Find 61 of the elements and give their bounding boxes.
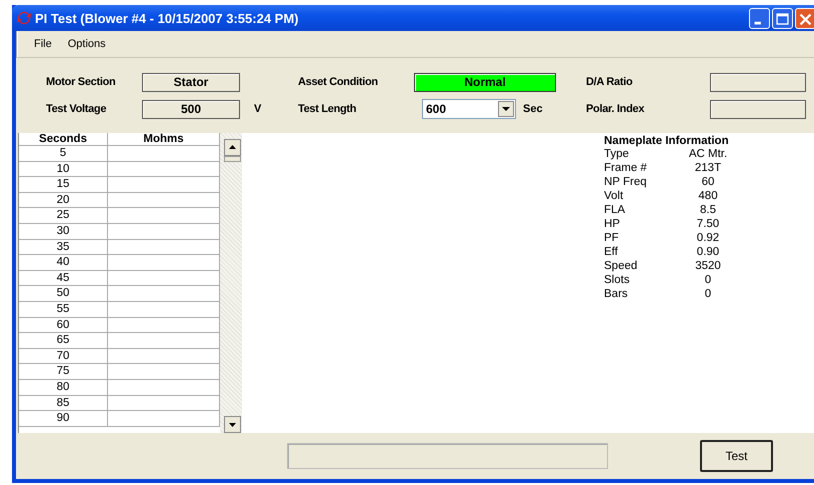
nameplate-value: 0: [704, 273, 712, 287]
dropdown[interactable]: 600: [422, 99, 516, 119]
table-cell: 65: [19, 333, 108, 348]
nameplate-value: 480: [697, 189, 719, 203]
table-cell: 20: [19, 192, 108, 208]
table-cell: 85: [19, 396, 108, 410]
scroll-thumb[interactable]: [224, 156, 240, 162]
field-label: Test Length: [298, 103, 358, 115]
nameplate-label: FLA: [604, 203, 626, 217]
table-cell: 70: [19, 348, 108, 364]
nameplate-label: HP: [604, 217, 621, 231]
table-cell: 35: [19, 240, 108, 255]
nameplate-label: Slots: [604, 273, 631, 287]
test-button[interactable]: Test: [700, 440, 773, 472]
nameplate-label: Volt: [604, 189, 624, 203]
field-label: D/A Ratio: [586, 76, 634, 88]
value-box: Stator: [142, 72, 240, 92]
nameplate-label: Type: [604, 147, 630, 161]
menu-item[interactable]: Options: [60, 38, 114, 50]
nameplate-label: Eff: [604, 245, 619, 259]
nameplate-value: 3520: [694, 259, 722, 273]
table-cell: 80: [19, 380, 108, 395]
nameplate-value: 0.90: [696, 245, 720, 259]
field-label: Asset Condition: [298, 76, 379, 88]
field-label: Polar. Index: [586, 103, 646, 115]
nameplate-label: Frame #: [604, 161, 648, 175]
table-cell: 10: [19, 162, 108, 177]
table-cell: 25: [19, 208, 108, 224]
table-cell: 50: [19, 286, 108, 302]
table-cell: 45: [19, 270, 108, 286]
nameplate-title: Nameplate Information: [604, 135, 730, 147]
nameplate-label: NP Freq: [604, 175, 648, 189]
nameplate-value: 8.5: [699, 203, 717, 217]
table-cell: 75: [19, 364, 108, 380]
table-cell: 90: [19, 411, 108, 426]
field-label: Test Voltage: [46, 103, 108, 115]
unit-label: Sec: [523, 103, 543, 115]
nameplate-value: AC Mtr.: [688, 147, 728, 161]
nameplate-value: 60: [700, 175, 716, 189]
value-box: 500: [142, 100, 240, 118]
nameplate-label: Speed: [604, 259, 638, 273]
circular-arrows-icon: [16, 10, 32, 26]
table-cell: 60: [19, 318, 108, 333]
nameplate-value: 0: [704, 287, 712, 301]
value-box: Normal: [414, 72, 556, 92]
nameplate-value: 0.92: [696, 231, 720, 245]
menu-item[interactable]: File: [26, 38, 60, 50]
table-cell: 55: [19, 302, 108, 317]
unit-label: V: [253, 103, 262, 115]
field-label: Motor Section: [46, 76, 116, 88]
nameplate-label: Bars: [604, 287, 629, 301]
nameplate-value: 213T: [694, 161, 722, 175]
column-header: Seconds: [19, 133, 108, 146]
table-cell: 30: [19, 224, 108, 239]
table-cell: 40: [19, 255, 108, 270]
nameplate-label: PF: [604, 231, 620, 245]
table-cell: 15: [19, 177, 108, 192]
nameplate-value: 7.50: [696, 217, 720, 231]
window-title: PI Test (Blower #4 - 10/15/2007 3:55:24 PM): [35, 10, 300, 26]
scroll-bar[interactable]: [220, 133, 242, 433]
table-cell: 5: [19, 146, 108, 161]
